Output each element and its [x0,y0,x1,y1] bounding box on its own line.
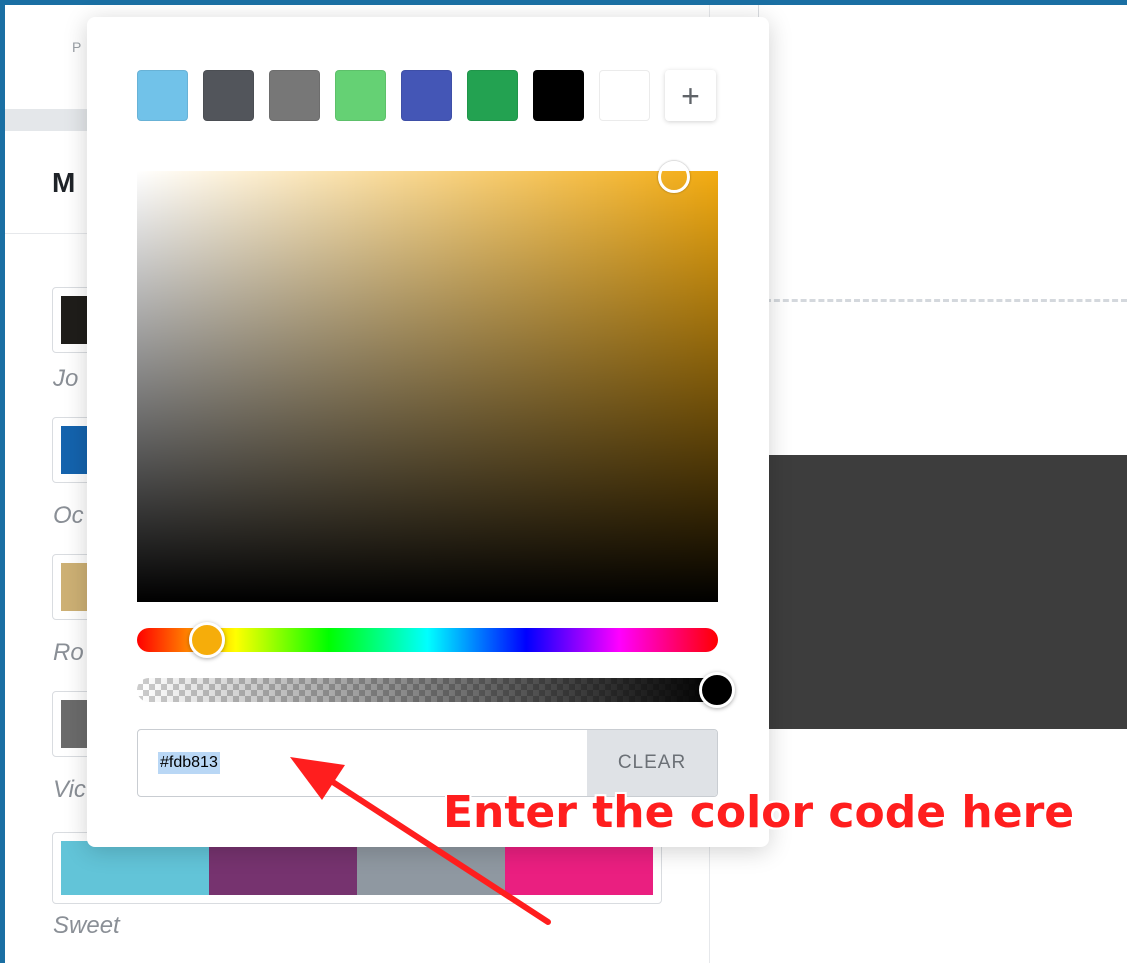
swatch-light-green[interactable] [335,70,386,121]
swatch-row: + [137,70,716,121]
opacity-slider[interactable] [137,678,718,702]
dark-section-block[interactable] [765,455,1127,729]
saturation-value-area[interactable] [137,171,718,602]
swatch-light-blue[interactable] [137,70,188,121]
add-swatch-button[interactable]: + [665,70,716,121]
preset-name: Vic [53,776,86,803]
plus-icon: + [681,77,700,114]
hue-slider-handle[interactable] [189,622,225,658]
color-picker-popover: + #fdb813 CLEAR [87,17,769,847]
saturation-handle[interactable] [658,161,690,193]
annotation-text: Enter the color code here [443,787,1075,838]
palette-color-1 [61,841,209,895]
swatch-white[interactable] [599,70,650,121]
palette-color-4 [505,841,653,895]
dashed-separator [765,299,1127,302]
swatch-dark-gray[interactable] [203,70,254,121]
preset-name: Jo [53,365,79,392]
swatch-blue[interactable] [401,70,452,121]
panel-top-label: P [72,39,83,55]
hex-value-selected: #fdb813 [158,752,220,774]
swatch-black[interactable] [533,70,584,121]
section-title: M [52,167,76,198]
palette-color-2 [209,841,357,895]
preset-name: Oc [53,502,84,529]
swatch-green[interactable] [467,70,518,121]
palette-color-3 [357,841,505,895]
opacity-slider-handle[interactable] [699,672,735,708]
preset-name: Ro [53,639,84,666]
palette-name: Sweet [53,912,120,939]
swatch-gray[interactable] [269,70,320,121]
